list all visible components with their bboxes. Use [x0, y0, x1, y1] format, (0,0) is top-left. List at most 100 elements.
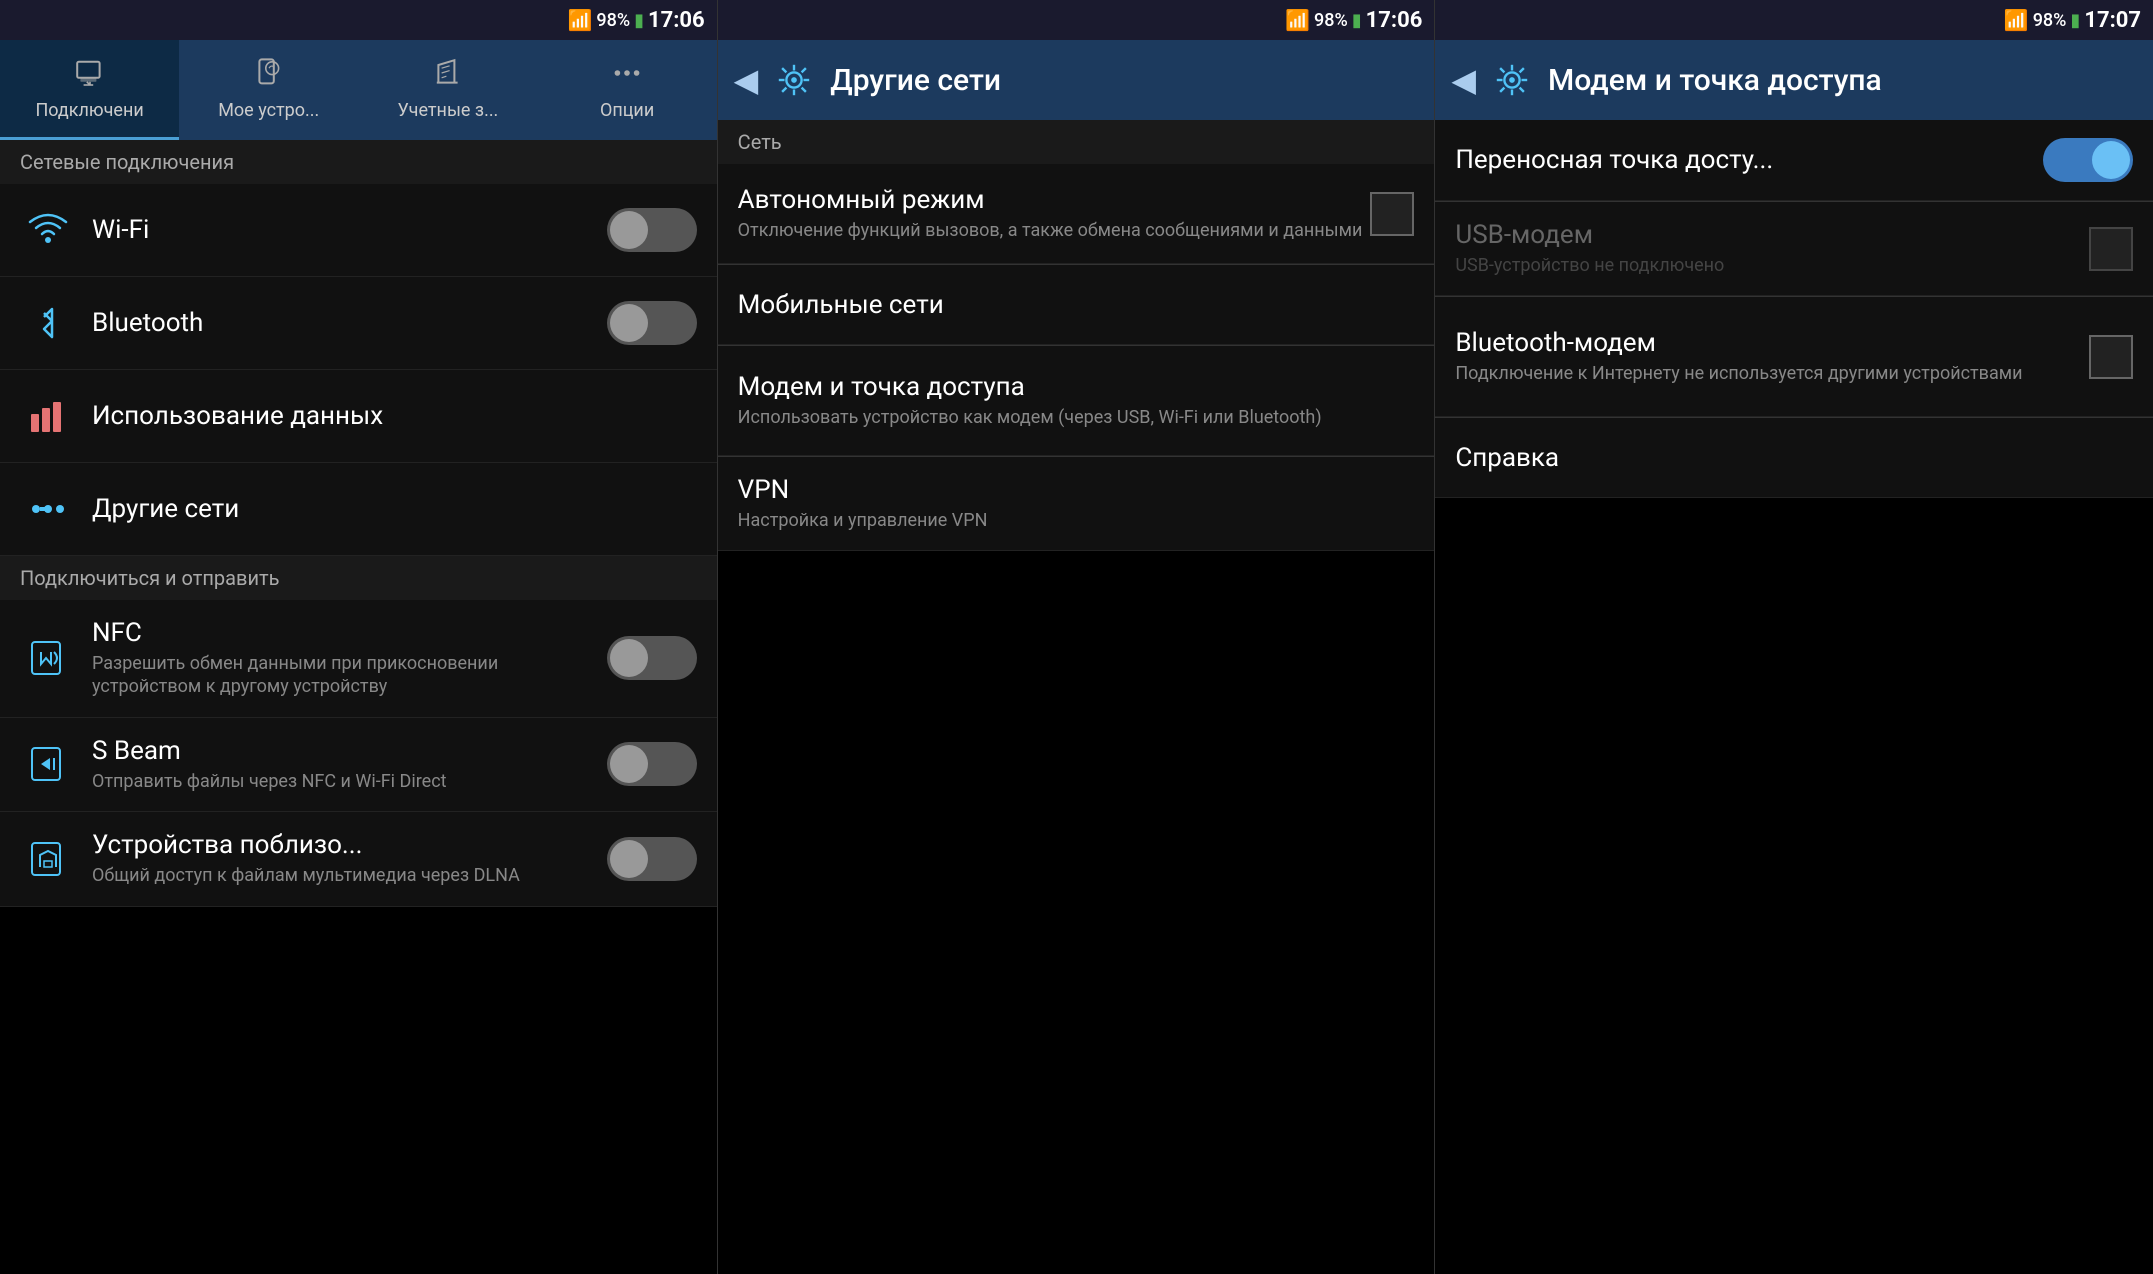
- sbeam-toggle-knob: [610, 745, 648, 783]
- datausage-title: Использование данных: [92, 401, 697, 431]
- battery-pct-2: 98%: [1314, 10, 1348, 31]
- nearby-toggle[interactable]: [607, 837, 697, 881]
- settings-item-vpn[interactable]: VPN Настройка и управление VPN: [718, 457, 1435, 551]
- modem-subtitle: Использовать устройство как модем (через…: [738, 406, 1415, 429]
- settings-item-bluetooth[interactable]: Bluetooth: [0, 277, 717, 370]
- accounts-icon: [432, 57, 464, 96]
- settings-item-wifi[interactable]: Wi-Fi: [0, 184, 717, 277]
- settings-item-othernets[interactable]: Другие сети: [0, 463, 717, 556]
- wifi-icon: [20, 202, 76, 258]
- back-button-2[interactable]: ◀: [734, 61, 759, 99]
- autonomy-content: Автономный режим Отключение функций вызо…: [738, 185, 1371, 242]
- tab-options-label: Опции: [600, 100, 654, 121]
- signal-icon-3: 📶: [2004, 8, 2029, 32]
- vpn-title: VPN: [738, 475, 1415, 505]
- nfc-toggle[interactable]: [607, 636, 697, 680]
- othernets-icon: [20, 481, 76, 537]
- battery-icon-1: 98%: [596, 10, 630, 31]
- othernets-content: Другие сети: [92, 494, 697, 524]
- status-bar-2: 📶 98% ▮ 17:06: [718, 0, 1435, 40]
- sbeam-content: S Beam Отправить файлы через NFC и Wi-Fi…: [92, 736, 607, 793]
- sbeam-title: S Beam: [92, 736, 607, 766]
- connections-icon: [74, 57, 106, 96]
- wifi-title: Wi-Fi: [92, 215, 607, 245]
- section-header-connect: Подключиться и отправить: [0, 556, 717, 600]
- signal-icon-1: 📶: [567, 8, 592, 32]
- btmodem-subtitle: Подключение к Интернету не используется …: [1455, 362, 2089, 385]
- nfc-icon: [20, 630, 76, 686]
- options-icon: [611, 57, 643, 96]
- settings-item-btmodem[interactable]: Bluetooth-модем Подключение к Интернету …: [1435, 297, 2153, 417]
- subpanel-header-2: ◀ Другие сети: [718, 40, 1435, 120]
- header-title-3: Модем и точка доступа: [1548, 63, 1882, 98]
- bluetooth-icon: [20, 295, 76, 351]
- btmodem-title: Bluetooth-модем: [1455, 328, 2089, 358]
- bluetooth-toggle-knob: [610, 304, 648, 342]
- tab-connections-label: Подключени: [35, 100, 143, 121]
- settings-item-modem[interactable]: Модем и точка доступа Использовать устро…: [718, 346, 1435, 456]
- autonomy-checkbox[interactable]: [1370, 192, 1414, 236]
- panel-connections: 📶 98% ▮ 17:06 Подключени: [0, 0, 718, 1274]
- settings-item-autonomy[interactable]: Автономный режим Отключение функций вызо…: [718, 164, 1435, 264]
- bluetooth-toggle[interactable]: [607, 301, 697, 345]
- time-1: 17:06: [648, 8, 705, 33]
- panel-tethering: 📶 98% ▮ 17:07 ◀ Модем и точка доступа: [1435, 0, 2153, 1274]
- mydevice-icon: [253, 57, 285, 96]
- time-3: 17:07: [2084, 8, 2141, 33]
- gear-icon-2: [770, 56, 818, 104]
- nearby-title: Устройства поблизо...: [92, 830, 607, 860]
- panel-other-networks: 📶 98% ▮ 17:06 ◀ Другие сети Сеть: [718, 0, 1436, 1274]
- nfc-title: NFC: [92, 618, 607, 648]
- nearby-subtitle: Общий доступ к файлам мультимедиа через …: [92, 864, 607, 887]
- battery-bar-3: ▮: [2070, 10, 2080, 31]
- back-button-3[interactable]: ◀: [1451, 61, 1476, 99]
- hotspot-content: Переносная точка досту...: [1455, 145, 2043, 175]
- settings-item-usbmodem[interactable]: USB-модем USB-устройство не подключено: [1435, 202, 2153, 296]
- header-title-2: Другие сети: [830, 63, 1001, 98]
- settings-item-hotspot[interactable]: Переносная точка досту...: [1435, 120, 2153, 201]
- tab-mydevice[interactable]: Мое устро...: [179, 40, 358, 140]
- battery-bar-2: ▮: [1352, 10, 1362, 31]
- hotspot-toggle[interactable]: [2043, 138, 2133, 182]
- settings-item-help[interactable]: Справка: [1435, 418, 2153, 498]
- battery-bar-1: ▮: [634, 10, 644, 31]
- tab-accounts[interactable]: Учетные з...: [358, 40, 537, 140]
- settings-item-nfc[interactable]: NFC Разрешить обмен данными при прикосно…: [0, 600, 717, 718]
- tab-accounts-label: Учетные з...: [398, 100, 499, 121]
- tab-options[interactable]: Опции: [538, 40, 717, 140]
- time-2: 17:06: [1366, 8, 1423, 33]
- hotspot-title: Переносная точка досту...: [1455, 145, 2043, 175]
- mobilenets-content: Мобильные сети: [738, 290, 1415, 320]
- usbmodem-title: USB-модем: [1455, 220, 2089, 250]
- settings-item-datausage[interactable]: Использование данных: [0, 370, 717, 463]
- datausage-icon: [20, 388, 76, 444]
- gear-icon-3: [1488, 56, 1536, 104]
- wifi-toggle[interactable]: [607, 208, 697, 252]
- autonomy-subtitle: Отключение функций вызовов, а также обме…: [738, 219, 1371, 242]
- settings-item-sbeam[interactable]: S Beam Отправить файлы через NFC и Wi-Fi…: [0, 718, 717, 812]
- sbeam-subtitle: Отправить файлы через NFC и Wi-Fi Direct: [92, 770, 607, 793]
- signal-icon-2: 📶: [1285, 8, 1310, 32]
- bluetooth-content: Bluetooth: [92, 308, 607, 338]
- tab-bar-1: Подключени Мое устро...: [0, 40, 717, 140]
- settings-item-mobilenets[interactable]: Мобильные сети: [718, 265, 1435, 345]
- hotspot-toggle-knob: [2092, 141, 2130, 179]
- btmodem-checkbox[interactable]: [2089, 335, 2133, 379]
- usbmodem-content: USB-модем USB-устройство не подключено: [1455, 220, 2089, 277]
- status-bar-3: 📶 98% ▮ 17:07: [1435, 0, 2153, 40]
- sbeam-toggle[interactable]: [607, 742, 697, 786]
- status-icons-3: 📶 98% ▮ 17:07: [2004, 8, 2141, 33]
- help-title: Справка: [1455, 443, 2133, 473]
- modem-title: Модем и точка доступа: [738, 372, 1415, 402]
- wifi-toggle-knob: [610, 211, 648, 249]
- tab-connections[interactable]: Подключени: [0, 40, 179, 140]
- usbmodem-checkbox[interactable]: [2089, 227, 2133, 271]
- help-content: Справка: [1455, 443, 2133, 473]
- modem-content: Модем и точка доступа Использовать устро…: [738, 372, 1415, 429]
- bluetooth-title: Bluetooth: [92, 308, 607, 338]
- nearby-content: Устройства поблизо... Общий доступ к фай…: [92, 830, 607, 887]
- datausage-content: Использование данных: [92, 401, 697, 431]
- usbmodem-subtitle: USB-устройство не подключено: [1455, 254, 2089, 277]
- nfc-toggle-knob: [610, 639, 648, 677]
- settings-item-nearby[interactable]: Устройства поблизо... Общий доступ к фай…: [0, 812, 717, 906]
